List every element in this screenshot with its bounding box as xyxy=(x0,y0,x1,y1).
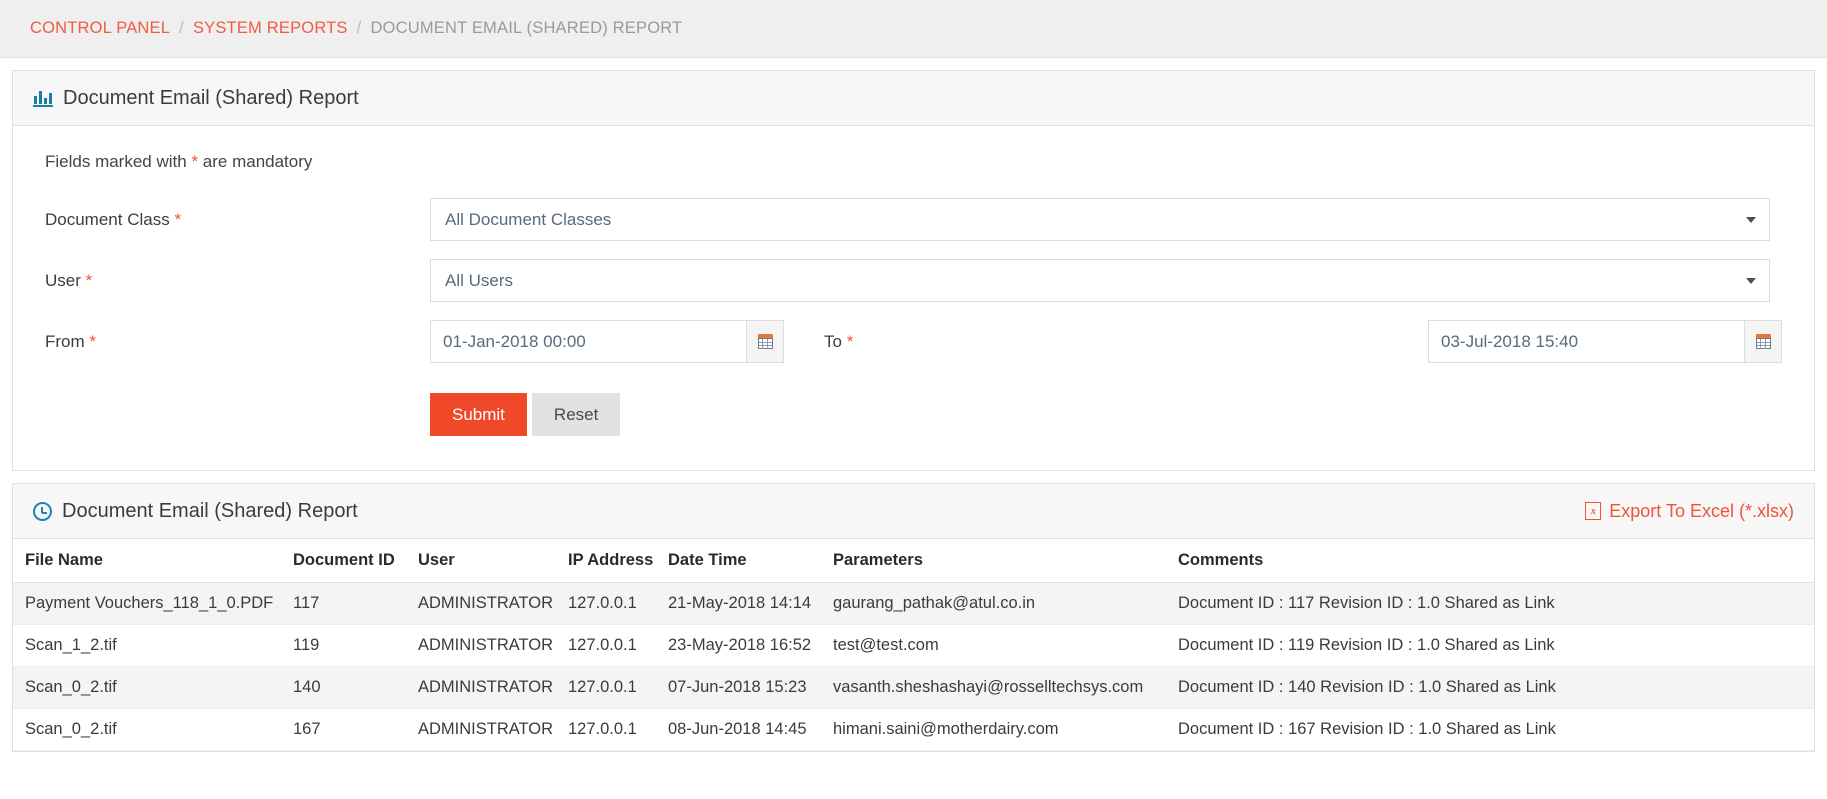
cell-file-name: Scan_1_2.tif xyxy=(13,624,293,667)
to-date-group: 03-Jul-2018 15:40 xyxy=(1428,320,1782,363)
column-header-file-name[interactable]: File Name xyxy=(13,539,293,583)
cell-user: ADMINISTRATOR xyxy=(418,666,568,709)
required-marker: * xyxy=(85,270,93,290)
cell-file-name: Payment Vouchers_118_1_0.PDF xyxy=(13,582,293,625)
cell-date-time: 21-May-2018 14:14 xyxy=(668,582,833,625)
form-actions: Submit Reset xyxy=(45,393,1782,436)
breadcrumb-item-system-reports[interactable]: SYSTEM REPORTS xyxy=(193,19,348,38)
required-marker: * xyxy=(89,331,97,351)
breadcrumb-separator: / xyxy=(356,19,362,37)
from-calendar-button[interactable] xyxy=(746,320,784,363)
cell-parameters: vasanth.sheshashayi@rosselltechsys.com xyxy=(833,666,1178,709)
from-label-text: From xyxy=(45,331,85,351)
cell-parameters: himani.saini@motherdairy.com xyxy=(833,708,1178,751)
cell-parameters: test@test.com xyxy=(833,624,1178,667)
bar-chart-icon xyxy=(33,89,53,107)
column-header-comments[interactable]: Comments xyxy=(1178,539,1814,583)
required-marker: * xyxy=(174,209,182,229)
results-panel-title: Document Email (Shared) Report xyxy=(62,499,358,522)
submit-button[interactable]: Submit xyxy=(430,393,527,436)
cell-document-id: 167 xyxy=(293,708,418,751)
chevron-down-icon xyxy=(1746,216,1756,223)
results-panel: Document Email (Shared) Report x Export … xyxy=(12,483,1815,752)
filter-panel-title: Document Email (Shared) Report xyxy=(63,86,359,109)
table-row[interactable]: Scan_0_2.tif 140 ADMINISTRATOR 127.0.0.1… xyxy=(13,666,1814,709)
cell-user: ADMINISTRATOR xyxy=(418,624,568,667)
document-class-select[interactable]: All Document Classes xyxy=(430,198,1770,241)
cell-ip-address: 127.0.0.1 xyxy=(568,624,668,667)
filter-panel: Document Email (Shared) Report Fields ma… xyxy=(12,70,1815,471)
results-table: File Name Document ID User IP Address Da… xyxy=(13,539,1814,751)
to-date-input[interactable]: 03-Jul-2018 15:40 xyxy=(1428,320,1744,363)
cell-parameters: gaurang_pathak@atul.co.in xyxy=(833,582,1178,625)
cell-date-time: 07-Jun-2018 15:23 xyxy=(668,666,833,709)
user-label: User * xyxy=(45,271,430,291)
cell-comments: Document ID : 119 Revision ID : 1.0 Shar… xyxy=(1178,624,1814,667)
export-to-excel-label: Export To Excel (*.xlsx) xyxy=(1609,500,1794,521)
calendar-icon xyxy=(1755,334,1771,349)
table-row[interactable]: Scan_1_2.tif 119 ADMINISTRATOR 127.0.0.1… xyxy=(13,624,1814,667)
column-header-user[interactable]: User xyxy=(418,539,568,583)
field-row-document-class: Document Class * All Document Classes xyxy=(45,198,1782,241)
to-calendar-button[interactable] xyxy=(1744,320,1782,363)
mandatory-note-prefix: Fields marked with xyxy=(45,152,192,171)
cell-user: ADMINISTRATOR xyxy=(418,582,568,625)
cell-ip-address: 127.0.0.1 xyxy=(568,708,668,751)
cell-ip-address: 127.0.0.1 xyxy=(568,666,668,709)
cell-user: ADMINISTRATOR xyxy=(418,708,568,751)
from-date-group: 01-Jan-2018 00:00 xyxy=(430,320,784,363)
page-root: CONTROL PANEL / SYSTEM REPORTS / DOCUMEN… xyxy=(0,0,1827,799)
excel-file-icon: x xyxy=(1585,502,1602,520)
filter-panel-body: Fields marked with * are mandatory Docum… xyxy=(13,126,1814,470)
document-class-label: Document Class * xyxy=(45,210,430,230)
column-header-parameters[interactable]: Parameters xyxy=(833,539,1178,583)
clock-icon xyxy=(33,501,52,521)
document-class-selected-value: All Document Classes xyxy=(445,209,612,229)
results-table-wrapper: File Name Document ID User IP Address Da… xyxy=(13,539,1814,751)
field-row-user: User * All Users xyxy=(45,259,1782,302)
calendar-icon xyxy=(757,334,773,349)
table-header-row: File Name Document ID User IP Address Da… xyxy=(13,539,1814,583)
user-selected-value: All Users xyxy=(445,270,514,290)
from-label: From * xyxy=(45,332,430,352)
user-label-text: User xyxy=(45,270,81,290)
user-select[interactable]: All Users xyxy=(430,259,1770,302)
cell-date-time: 08-Jun-2018 14:45 xyxy=(668,708,833,751)
breadcrumb-item-control-panel[interactable]: CONTROL PANEL xyxy=(30,19,170,38)
column-header-date-time[interactable]: Date Time xyxy=(668,539,833,583)
column-header-ip-address[interactable]: IP Address xyxy=(568,539,668,583)
cell-comments: Document ID : 167 Revision ID : 1.0 Shar… xyxy=(1178,708,1814,751)
to-label-text: To xyxy=(824,331,842,351)
breadcrumb: CONTROL PANEL / SYSTEM REPORTS / DOCUMEN… xyxy=(0,0,1827,58)
table-row[interactable]: Scan_0_2.tif 167 ADMINISTRATOR 127.0.0.1… xyxy=(13,708,1814,751)
cell-file-name: Scan_0_2.tif xyxy=(13,666,293,709)
cell-comments: Document ID : 140 Revision ID : 1.0 Shar… xyxy=(1178,666,1814,709)
cell-ip-address: 127.0.0.1 xyxy=(568,582,668,625)
from-date-input[interactable]: 01-Jan-2018 00:00 xyxy=(430,320,746,363)
export-to-excel-link[interactable]: x Export To Excel (*.xlsx) xyxy=(1585,501,1794,522)
results-panel-header: Document Email (Shared) Report x Export … xyxy=(13,484,1814,539)
field-row-date-range: From * 01-Jan-2018 00:00 To * 03-Jul-201… xyxy=(45,320,1782,363)
column-header-document-id[interactable]: Document ID xyxy=(293,539,418,583)
to-label: To * xyxy=(784,332,939,352)
chevron-down-icon xyxy=(1746,277,1756,284)
mandatory-note-suffix: are mandatory xyxy=(198,152,313,171)
cell-date-time: 23-May-2018 16:52 xyxy=(668,624,833,667)
results-table-body: Payment Vouchers_118_1_0.PDF 117 ADMINIS… xyxy=(13,582,1814,751)
cell-document-id: 117 xyxy=(293,582,418,625)
table-row[interactable]: Payment Vouchers_118_1_0.PDF 117 ADMINIS… xyxy=(13,582,1814,625)
reset-button[interactable]: Reset xyxy=(531,393,621,436)
cell-document-id: 119 xyxy=(293,624,418,667)
breadcrumb-item-current: DOCUMENT EMAIL (SHARED) REPORT xyxy=(370,19,683,37)
cell-file-name: Scan_0_2.tif xyxy=(13,708,293,751)
required-marker: * xyxy=(846,331,854,351)
cell-document-id: 140 xyxy=(293,666,418,709)
filter-panel-header: Document Email (Shared) Report xyxy=(13,71,1814,126)
results-table-head: File Name Document ID User IP Address Da… xyxy=(13,539,1814,583)
cell-comments: Document ID : 117 Revision ID : 1.0 Shar… xyxy=(1178,582,1814,625)
document-class-label-text: Document Class xyxy=(45,209,170,229)
mandatory-note: Fields marked with * are mandatory xyxy=(45,152,1782,172)
breadcrumb-separator: / xyxy=(179,19,184,37)
